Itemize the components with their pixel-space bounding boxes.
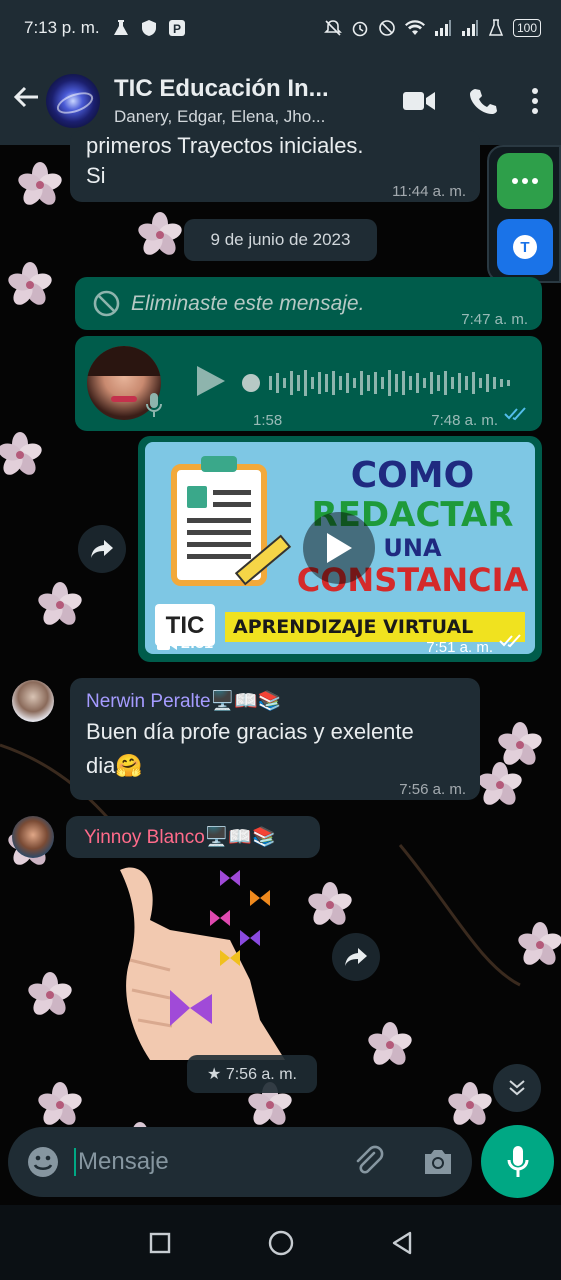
scroll-to-bottom-button[interactable] (493, 1064, 541, 1112)
video-duration: 2:51 (181, 635, 214, 652)
forward-icon (345, 948, 367, 966)
back-arrow-icon[interactable] (0, 83, 46, 119)
message-text: dia🤗 (86, 753, 143, 778)
message-bubble[interactable]: Nerwin Peralte🖥️📖📚 Buen día profe gracia… (70, 678, 480, 800)
forward-button[interactable] (332, 933, 380, 981)
blocked-icon (93, 290, 120, 317)
sender-avatar[interactable] (12, 680, 54, 722)
forward-icon (91, 540, 113, 558)
sender-name: Yinnoy Blanco🖥️📖📚 (84, 827, 276, 848)
group-avatar[interactable] (46, 73, 100, 128)
wifi-icon (404, 20, 425, 35)
message-time: 7:48 a. m. (431, 412, 498, 429)
double-check-icon (499, 634, 521, 648)
translate-icon: T (513, 235, 537, 259)
back-nav-icon[interactable] (391, 1231, 413, 1255)
video-title-line: COMO (350, 455, 475, 496)
voice-message-bubble[interactable]: 1:58 7:48 a. m. (75, 336, 542, 431)
alarm-icon (352, 21, 368, 37)
message-input[interactable]: Mensaje (74, 1148, 169, 1176)
sender-avatar[interactable] (12, 816, 54, 858)
sticker-time-chip: ★ 7:56 a. m. (187, 1055, 317, 1093)
shield-icon (141, 20, 156, 36)
message-time: 7:47 a. m. (461, 311, 528, 328)
double-check-icon (504, 407, 526, 421)
more-dots-icon (512, 178, 538, 184)
video-play-button[interactable] (303, 512, 375, 584)
audio-duration: 1:58 (253, 412, 283, 429)
thumbs-up-sticker[interactable] (110, 860, 300, 1060)
signal-2-icon (461, 20, 478, 36)
chat-members: Danery, Edgar, Elena, Jho... (114, 106, 326, 126)
mic-icon (507, 1145, 528, 1177)
video-call-icon[interactable] (403, 90, 435, 112)
video-thumbnail[interactable]: COMO REDACTAR UNA CONSTANCIA APRENDIZAJE… (145, 442, 535, 654)
message-time: 7:51 a. m. (426, 639, 493, 654)
recents-icon[interactable] (149, 1232, 171, 1254)
date-separator: 9 de junio de 2023 (184, 219, 377, 261)
more-bubble-button[interactable] (497, 153, 553, 209)
status-time: 7:13 p. m. (24, 18, 100, 37)
voice-call-icon[interactable] (469, 87, 497, 115)
emoji-icon[interactable] (26, 1145, 60, 1179)
voice-record-button[interactable] (481, 1125, 554, 1198)
do-not-disturb-icon (379, 20, 395, 36)
video-camera-small-icon (157, 637, 177, 650)
deleted-message-text: Eliminaste este mensaje. (131, 292, 365, 315)
battery-icon: 100 (512, 19, 541, 37)
message-input-bar: Mensaje (8, 1127, 472, 1197)
chat-title: TIC Educación In... (114, 74, 329, 102)
translate-bubble-button[interactable]: T (497, 219, 553, 275)
mute-notifications-icon (324, 20, 342, 36)
message-text: primeros Trayectos iniciales. (86, 133, 364, 158)
flask-outline-icon (488, 19, 504, 36)
message-text: Buen día profe gracias y exelente (86, 719, 414, 744)
message-time: 11:44 a. m. (392, 183, 466, 200)
double-chevron-down-icon (509, 1080, 525, 1096)
message-text: Si (86, 163, 106, 188)
play-icon (327, 533, 352, 563)
deleted-message-bubble[interactable]: Eliminaste este mensaje. 7:47 a. m. (75, 277, 542, 330)
forward-button[interactable] (78, 525, 126, 573)
chat-info[interactable]: TIC Educación In... Danery, Edgar, Elena… (114, 75, 354, 127)
sender-name: Nerwin Peralte🖥️📖📚 (86, 691, 282, 712)
message-bubble[interactable]: primeros Trayectos iniciales. Si 11:44 a… (70, 130, 480, 202)
parking-icon: P (168, 20, 185, 36)
system-navigation-bar (0, 1205, 561, 1280)
status-bar: 7:13 p. m. P 100 (0, 0, 561, 56)
svg-text:P: P (173, 22, 181, 36)
attach-icon[interactable] (352, 1145, 386, 1179)
video-message-bubble[interactable]: COMO REDACTAR UNA CONSTANCIA APRENDIZAJE… (138, 436, 542, 662)
audio-waveform[interactable] (241, 368, 521, 398)
message-time: 7:56 a. m. (399, 781, 466, 798)
more-options-icon[interactable] (531, 87, 539, 115)
sender-name-bubble[interactable]: Yinnoy Blanco🖥️📖📚 (66, 816, 320, 858)
mic-small-icon (146, 393, 162, 417)
floating-bubbles-panel: T (487, 145, 561, 283)
home-icon[interactable] (268, 1230, 294, 1256)
signal-icon (434, 20, 451, 36)
camera-icon[interactable] (422, 1148, 454, 1176)
flask-icon (113, 20, 128, 35)
play-icon[interactable] (193, 364, 227, 398)
